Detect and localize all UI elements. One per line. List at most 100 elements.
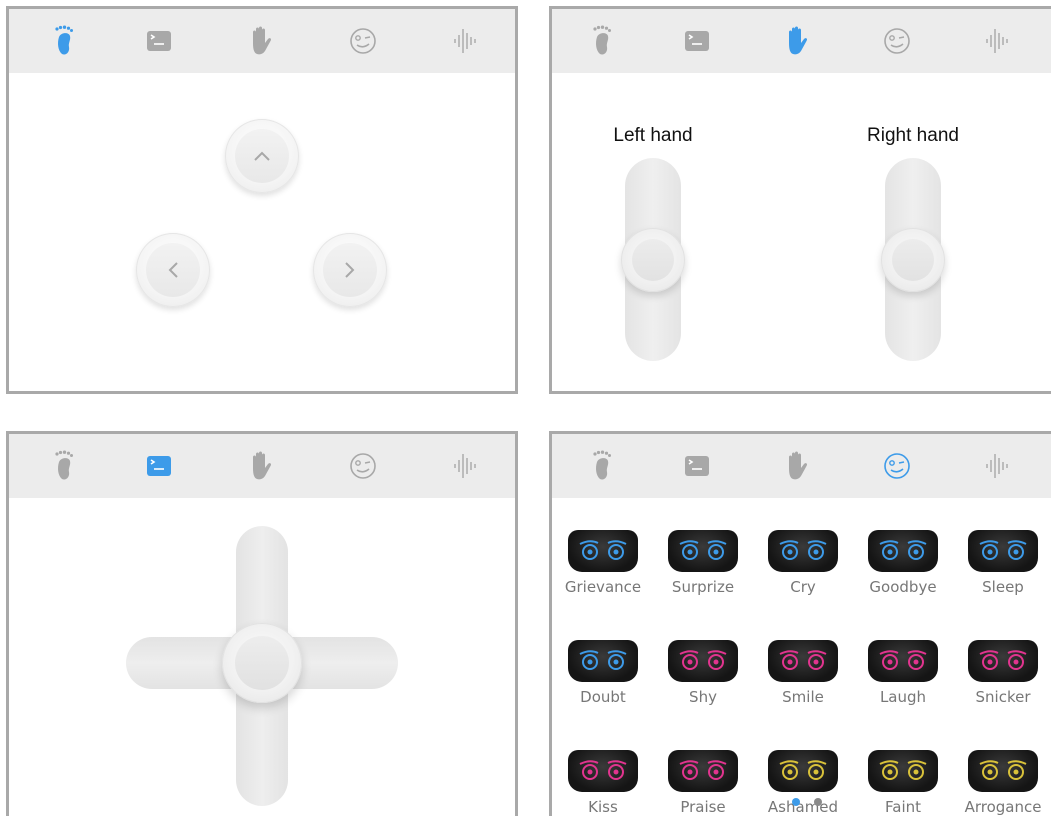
head-screen-icon (685, 456, 709, 476)
expression-face-icon (968, 530, 1038, 572)
expression-label: Sleep (982, 578, 1024, 596)
expression-face-icon (968, 750, 1038, 792)
expression-goodbye[interactable]: Goodbye (857, 530, 949, 600)
tab-head-screen[interactable] (139, 21, 179, 61)
tab-foot[interactable] (583, 21, 623, 61)
mode-tab-bar (9, 434, 515, 498)
expression-label: Snicker (975, 688, 1031, 706)
tab-foot[interactable] (45, 21, 85, 61)
expression-kiss[interactable]: Kiss (557, 750, 649, 816)
expression-face-icon (568, 530, 638, 572)
hand-control-panel: Left hand Right hand (549, 6, 1051, 394)
expression-arrogance[interactable]: Arrogance (957, 750, 1049, 816)
tab-hand[interactable] (777, 446, 817, 486)
expression-face-icon (568, 640, 638, 682)
page-dot[interactable] (792, 798, 800, 806)
expression-label: Faint (885, 798, 921, 816)
tab-face[interactable] (343, 21, 383, 61)
expression-face-icon (768, 640, 838, 682)
tab-voice[interactable] (445, 21, 485, 61)
expression-face-icon (668, 640, 738, 682)
expression-label: Smile (782, 688, 824, 706)
expression-grievance[interactable]: Grievance (557, 530, 649, 600)
tab-hand[interactable] (777, 21, 817, 61)
expression-shy[interactable]: Shy (657, 640, 749, 710)
foot-icon (593, 450, 611, 480)
face-icon (350, 453, 376, 479)
tab-voice[interactable] (977, 21, 1017, 61)
mode-tab-bar (552, 434, 1051, 498)
expression-label: Surprize (671, 578, 735, 596)
expression-praise[interactable]: Praise (657, 750, 749, 816)
hand-icon (789, 26, 808, 55)
expression-cry[interactable]: Cry (757, 530, 849, 600)
expression-face-icon (568, 750, 638, 792)
move-forward-button[interactable] (225, 119, 299, 193)
chevron-right-icon (345, 262, 355, 278)
tab-face[interactable] (877, 21, 917, 61)
foot-icon (55, 450, 73, 480)
expression-ashamed[interactable]: Ashamed (757, 750, 849, 816)
head-pad-knob[interactable] (222, 623, 302, 703)
tab-head-screen[interactable] (677, 446, 717, 486)
voice-icon (454, 29, 476, 53)
mode-tab-bar (552, 9, 1051, 73)
left-hand-label: Left hand (613, 125, 693, 146)
move-control-panel (6, 6, 518, 394)
face-icon (884, 28, 910, 54)
tab-foot[interactable] (45, 446, 85, 486)
expression-face-icon (668, 530, 738, 572)
expression-face-icon (868, 750, 938, 792)
expression-face-icon (868, 640, 938, 682)
hand-icon (253, 26, 272, 55)
foot-icon (55, 25, 73, 55)
face-icon (884, 453, 910, 479)
page-dot[interactable] (814, 798, 822, 806)
chevron-left-icon (168, 262, 178, 278)
right-hand-label: Right hand (867, 125, 959, 146)
tab-head-screen[interactable] (139, 446, 179, 486)
expression-label: Arrogance (964, 798, 1042, 816)
face-icon (350, 28, 376, 54)
expression-faint[interactable]: Faint (857, 750, 949, 816)
expression-label: Grievance (564, 578, 642, 596)
expression-sleep[interactable]: Sleep (957, 530, 1049, 600)
mode-tab-bar (9, 9, 515, 73)
expression-doubt[interactable]: Doubt (557, 640, 649, 710)
turn-left-button[interactable] (136, 233, 210, 307)
tab-face[interactable] (877, 446, 917, 486)
expression-smile[interactable]: Smile (757, 640, 849, 710)
expression-label: Kiss (588, 798, 618, 816)
tab-face[interactable] (343, 446, 383, 486)
tab-hand[interactable] (241, 21, 281, 61)
expression-surprize[interactable]: Surprize (657, 530, 749, 600)
hand-icon (253, 451, 272, 480)
expression-face-icon (668, 750, 738, 792)
expression-label: Laugh (879, 688, 927, 706)
tab-foot[interactable] (583, 446, 623, 486)
left-hand-slider-knob[interactable] (621, 228, 685, 292)
head-screen-icon (147, 31, 171, 51)
voice-icon (986, 29, 1008, 53)
head-control-panel (6, 431, 518, 816)
hand-icon (789, 451, 808, 480)
right-hand-slider-knob[interactable] (881, 228, 945, 292)
expression-label: Cry (790, 578, 816, 596)
expression-panel: Grievance Surprize Cry Goodbye Sleep Dou… (549, 431, 1051, 816)
tab-hand[interactable] (241, 446, 281, 486)
turn-right-button[interactable] (313, 233, 387, 307)
head-screen-icon (147, 456, 171, 476)
expression-laugh[interactable]: Laugh (857, 640, 949, 710)
chevron-up-icon (254, 151, 270, 161)
head-screen-icon (685, 31, 709, 51)
tab-voice[interactable] (977, 446, 1017, 486)
expression-face-icon (968, 640, 1038, 682)
tab-head-screen[interactable] (677, 21, 717, 61)
expression-label: Shy (689, 688, 717, 706)
expression-label: Goodbye (869, 578, 937, 596)
expression-face-icon (768, 750, 838, 792)
expression-face-icon (868, 530, 938, 572)
expression-face-icon (768, 530, 838, 572)
tab-voice[interactable] (445, 446, 485, 486)
expression-snicker[interactable]: Snicker (957, 640, 1049, 710)
